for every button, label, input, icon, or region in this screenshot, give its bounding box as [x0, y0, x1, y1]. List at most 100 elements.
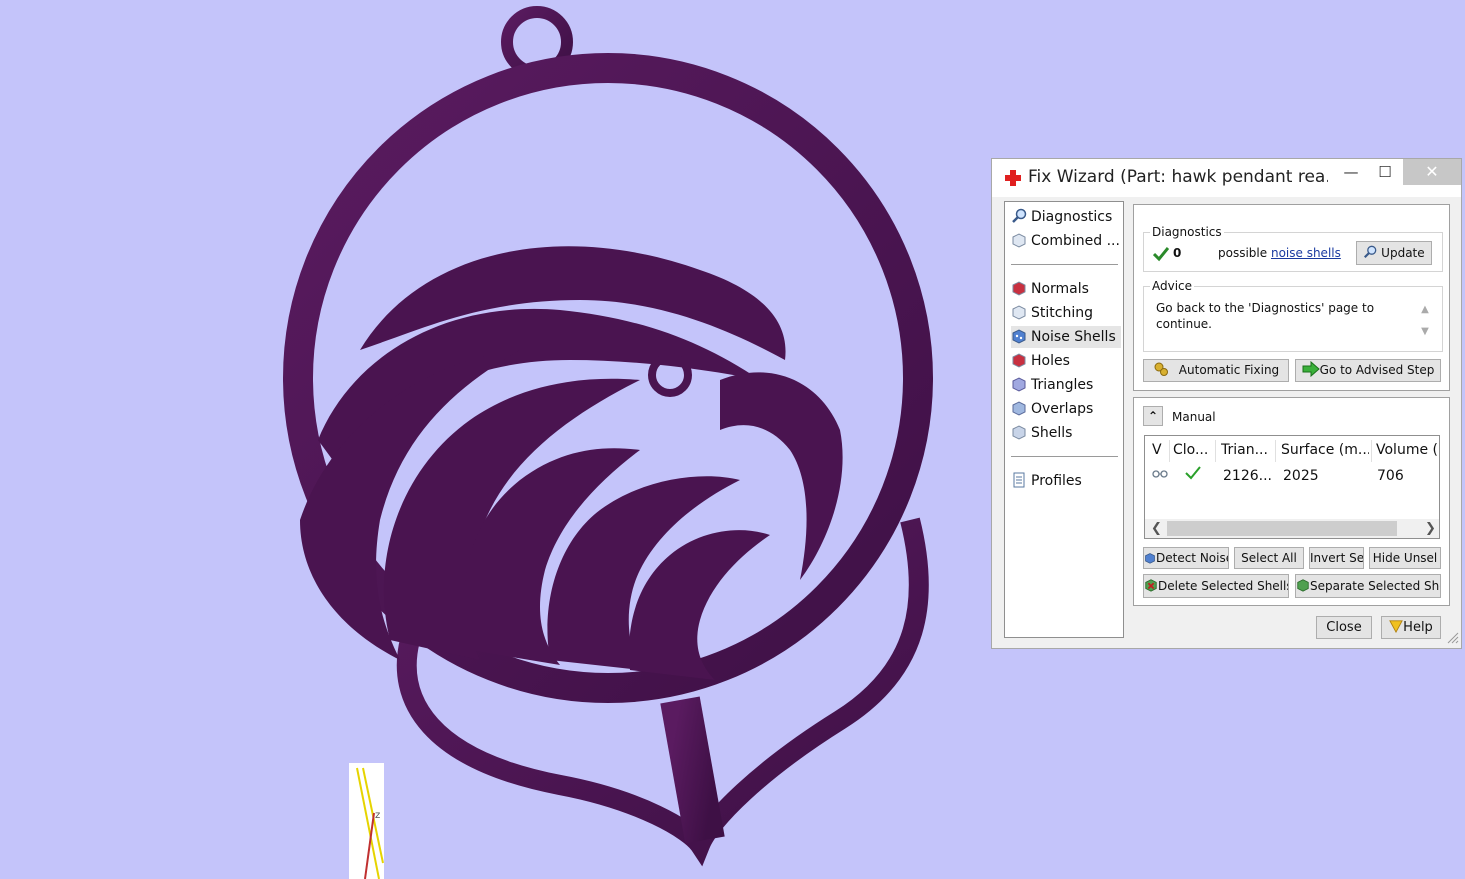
column-header[interactable]: Volume ( — [1376, 442, 1439, 458]
collapse-manual-button[interactable]: ⌃ — [1143, 406, 1163, 426]
axis-indicator: z — [349, 763, 384, 879]
advised-step-label: Go to Advised Step — [1319, 363, 1435, 377]
delete-cube-icon — [1145, 579, 1157, 592]
overlaps-cube-icon — [1012, 401, 1026, 416]
gears-icon — [1154, 362, 1168, 376]
shells-table[interactable]: V Clo... Trian... Surface (m... Volume (… — [1144, 435, 1440, 539]
shells-cube-icon — [1012, 425, 1026, 440]
fix-wizard-dialog[interactable]: Fix Wizard (Part: hawk pendant rea... — … — [991, 158, 1462, 649]
scroll-up-icon[interactable]: ▲ — [1418, 299, 1432, 321]
nav-item-noise-shells[interactable]: Noise Shells — [1011, 326, 1121, 348]
column-divider — [1169, 440, 1170, 462]
detect-noise-label: Detect Noise — [1156, 551, 1229, 565]
nav-label: Overlaps — [1031, 401, 1094, 417]
nav-separator — [1011, 456, 1118, 457]
close-button[interactable]: Close — [1316, 616, 1372, 639]
magnifier-icon — [1012, 208, 1027, 223]
go-to-advised-step-button[interactable]: Go to Advised Step — [1295, 359, 1441, 382]
magnifier-icon — [1364, 245, 1377, 259]
diagnostics-panel: Diagnostics 0 possible noise shells dete… — [1133, 204, 1450, 391]
nav-item-overlaps[interactable]: Overlaps — [1011, 398, 1121, 420]
help-label: Help — [1403, 620, 1433, 635]
scroll-right-icon[interactable]: ❯ — [1425, 519, 1436, 538]
maximize-button[interactable]: ☐ — [1368, 159, 1402, 185]
nav-label: Diagnostics — [1031, 209, 1113, 225]
triangles-cell: 2126... — [1223, 468, 1272, 484]
delete-selected-shells-button[interactable]: Delete Selected Shells — [1143, 574, 1289, 598]
green-check-icon — [1185, 466, 1201, 480]
document-icon — [1013, 472, 1025, 488]
separate-cube-icon — [1297, 579, 1309, 592]
green-arrow-icon — [1302, 360, 1320, 378]
wizard-nav-panel: Diagnostics Combined ... Normals Stitchi… — [1004, 201, 1124, 638]
hide-unselected-button[interactable]: Hide Unsel — [1369, 547, 1441, 569]
automatic-fixing-button[interactable]: Automatic Fixing — [1143, 359, 1289, 382]
scroll-down-icon[interactable]: ▼ — [1418, 321, 1432, 343]
window-close-button[interactable]: ✕ — [1403, 159, 1461, 185]
manual-panel: ⌃ Manual V Clo... Trian... Surface (m...… — [1133, 397, 1450, 606]
diagnostics-group-label: Diagnostics — [1150, 225, 1224, 239]
help-button[interactable]: Help — [1381, 616, 1441, 639]
noise-count: 0 — [1173, 246, 1182, 260]
nav-label: Noise Shells — [1031, 329, 1116, 345]
noise-shells-link[interactable]: noise shells — [1271, 246, 1341, 260]
holes-cube-icon — [1012, 353, 1026, 368]
volume-cell: 706 — [1377, 468, 1404, 484]
separate-selected-shell-button[interactable]: Separate Selected Shell — [1295, 574, 1441, 598]
column-divider — [1275, 440, 1276, 462]
nav-item-holes[interactable]: Holes — [1011, 350, 1121, 372]
column-header[interactable]: Clo... — [1173, 442, 1213, 458]
scroll-left-icon[interactable]: ❮ — [1151, 519, 1162, 538]
advice-scrollbar[interactable]: ▲ ▼ — [1418, 299, 1432, 343]
nav-item-profiles[interactable]: Profiles — [1011, 470, 1121, 492]
invert-selection-button[interactable]: Invert Se — [1309, 547, 1364, 569]
update-label: Update — [1381, 246, 1425, 260]
triangles-cube-icon — [1012, 377, 1026, 392]
nav-label: Stitching — [1031, 305, 1093, 321]
nav-item-shells[interactable]: Shells — [1011, 422, 1121, 444]
normals-cube-icon — [1012, 281, 1026, 296]
nav-label: Profiles — [1031, 473, 1082, 489]
nav-item-normals[interactable]: Normals — [1011, 278, 1121, 300]
diagnostics-prefix: possible — [1218, 246, 1268, 260]
hawk-head — [300, 246, 843, 680]
automatic-fixing-label: Automatic Fixing — [1178, 363, 1280, 377]
column-header[interactable]: V — [1152, 442, 1166, 458]
scroll-thumb[interactable] — [1167, 521, 1397, 536]
nav-label: Triangles — [1031, 377, 1094, 393]
noise-cube-icon — [1145, 553, 1155, 564]
help-icon — [1389, 620, 1404, 634]
nav-separator — [1011, 264, 1118, 265]
glasses-icon[interactable] — [1152, 466, 1168, 480]
window-title: Fix Wizard (Part: hawk pendant rea... — [1028, 167, 1328, 187]
column-divider — [1371, 440, 1372, 462]
resize-grip-icon[interactable] — [1447, 632, 1459, 644]
horizontal-scrollbar[interactable]: ❮ ❯ — [1145, 519, 1439, 538]
advice-text: Go back to the 'Diagnostics' page to con… — [1156, 301, 1375, 331]
nav-item-triangles[interactable]: Triangles — [1011, 374, 1121, 396]
nav-label: Holes — [1031, 353, 1070, 369]
cube-icon — [1012, 233, 1026, 248]
update-button[interactable]: Update — [1356, 241, 1432, 265]
title-bar[interactable]: Fix Wizard (Part: hawk pendant rea... — … — [992, 159, 1461, 197]
nav-label: Shells — [1031, 425, 1073, 441]
nav-item-diagnostics[interactable]: Diagnostics — [1011, 206, 1121, 228]
nav-label: Combined ... — [1031, 233, 1120, 249]
separate-selected-label: Separate Selected Shell — [1310, 579, 1441, 593]
nav-item-stitching[interactable]: Stitching — [1011, 302, 1121, 324]
diagnostics-text: possible noise shells detected — [1218, 245, 1348, 261]
noise-cube-icon — [1012, 329, 1026, 344]
nav-label: Normals — [1031, 281, 1089, 297]
column-divider — [1215, 440, 1216, 462]
select-all-button[interactable]: Select All — [1234, 547, 1304, 569]
minimize-button[interactable]: — — [1334, 159, 1368, 185]
nav-item-combined[interactable]: Combined ... — [1011, 230, 1121, 252]
axis-z-label: z — [375, 810, 380, 821]
advice-group-label: Advice — [1150, 279, 1195, 293]
stitching-cube-icon — [1012, 305, 1026, 320]
column-header[interactable]: Surface (m... — [1281, 442, 1369, 458]
detect-noise-button[interactable]: Detect Noise — [1143, 547, 1229, 569]
delete-selected-label: Delete Selected Shells — [1158, 579, 1289, 593]
column-header[interactable]: Trian... — [1221, 442, 1273, 458]
stem — [660, 696, 725, 844]
